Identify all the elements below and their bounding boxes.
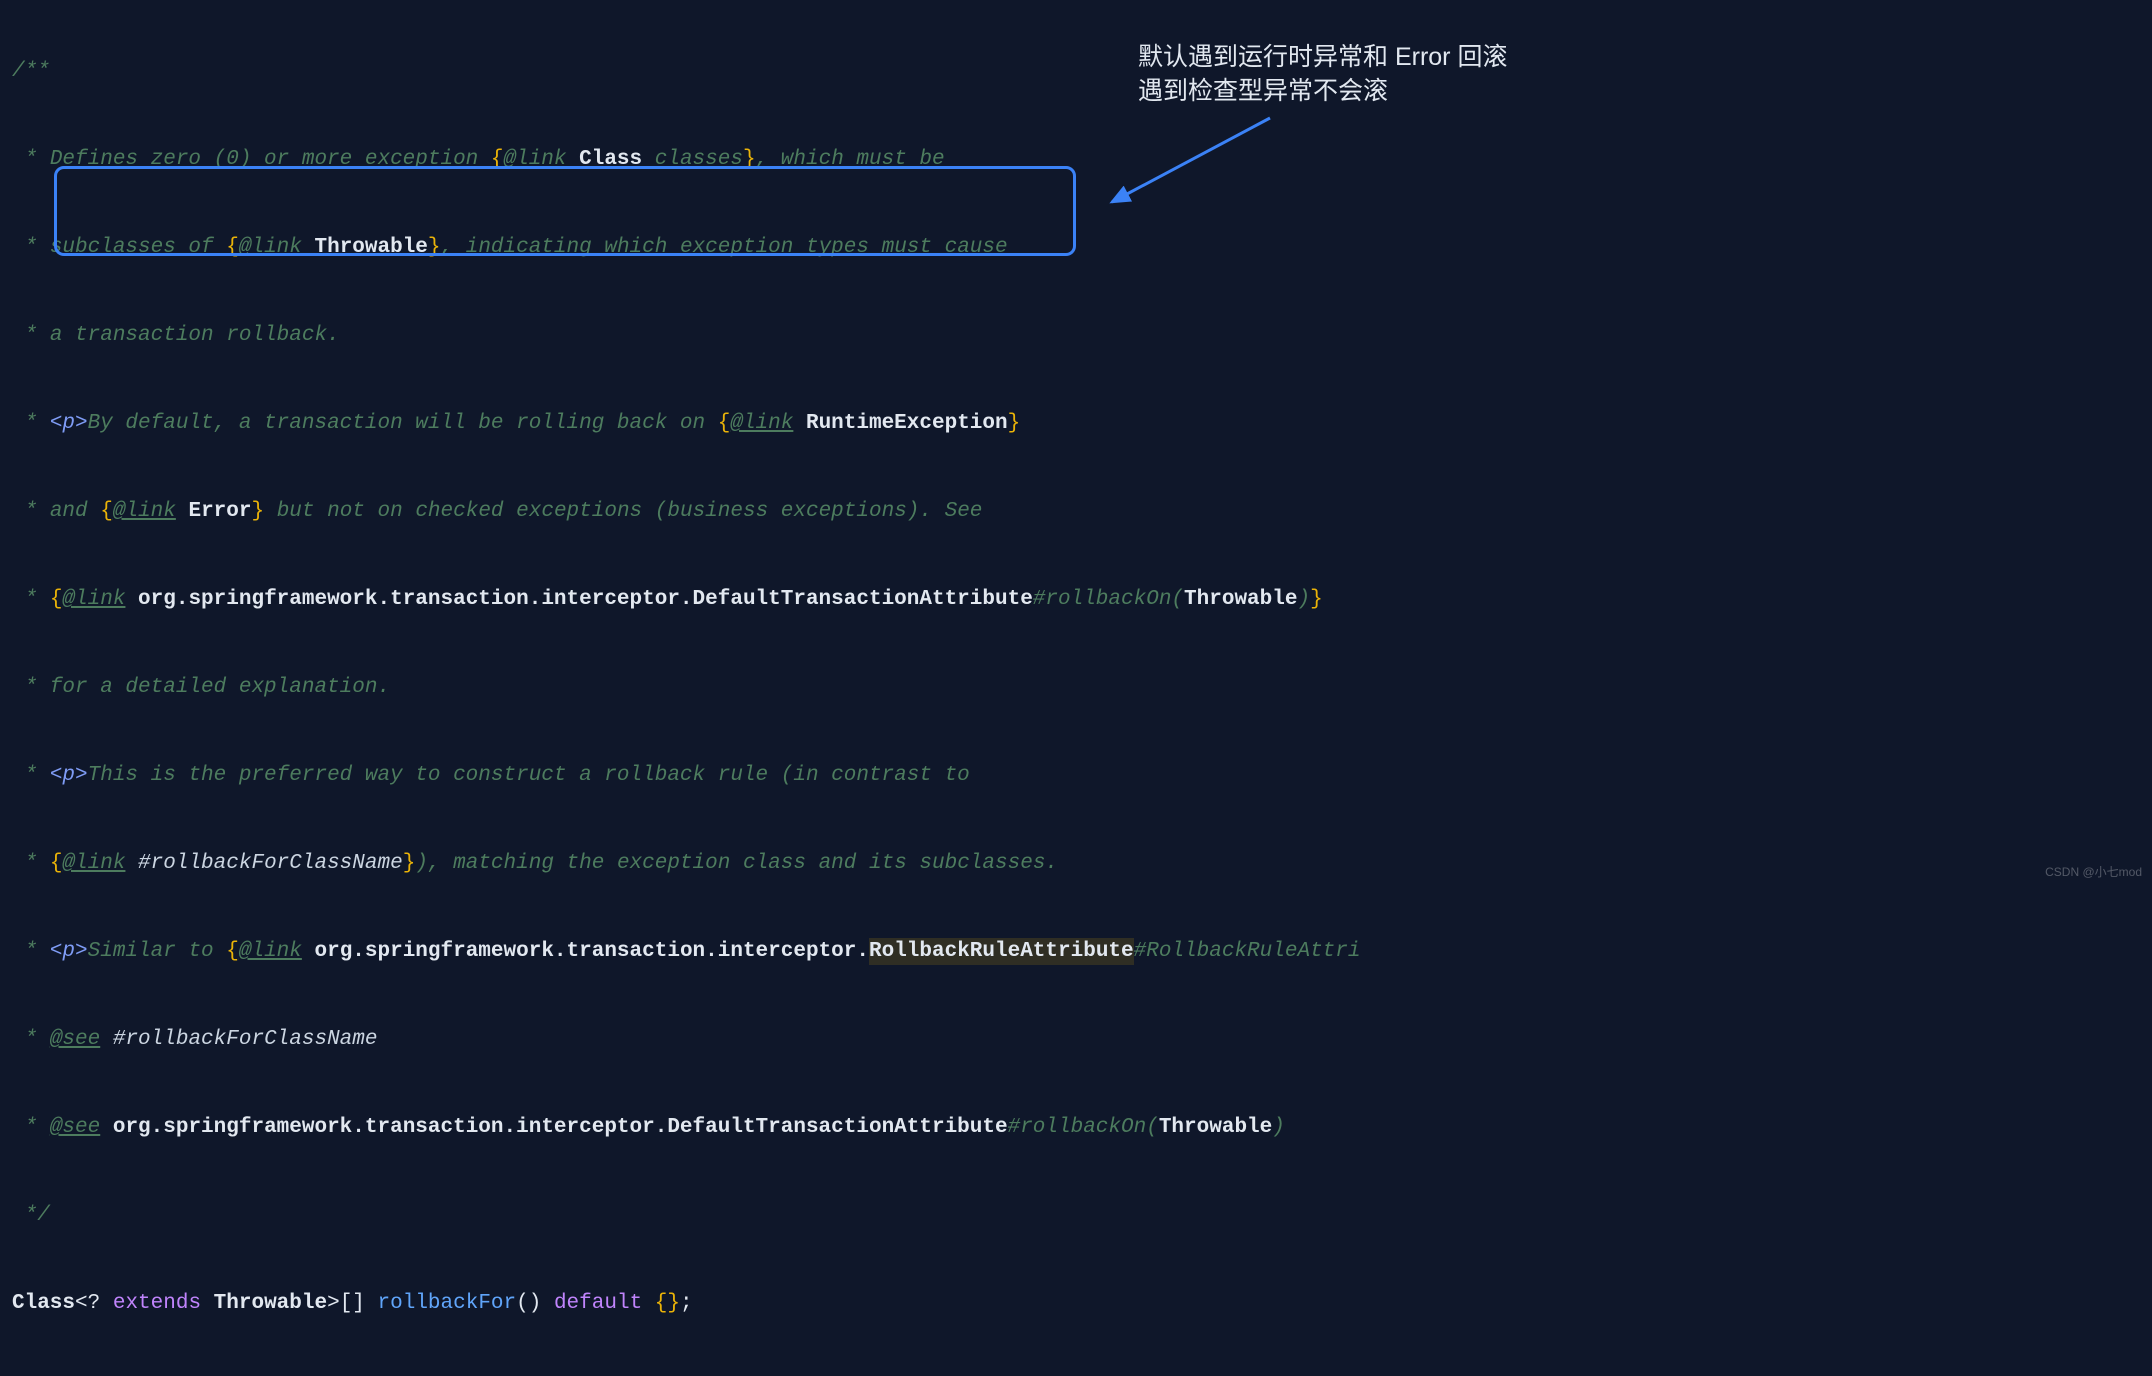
code-line: Class<? extends Throwable>[] rollbackFor…: [12, 1282, 2140, 1326]
watermark: CSDN @小七mod: [2045, 850, 2142, 894]
code-line: * <p>This is the preferred way to constr…: [12, 754, 2140, 798]
code-block: /** * Defines zero (0) or more exception…: [0, 0, 2152, 1376]
code-line: * <p>Similar to {@link org.springframewo…: [12, 930, 2140, 974]
code-line: * a transaction rollback.: [12, 314, 2140, 358]
code-line: * and {@link Error} but not on checked e…: [12, 490, 2140, 534]
code-line: * @see org.springframework.transaction.i…: [12, 1106, 2140, 1150]
code-line: * {@link #rollbackForClassName}), matchi…: [12, 842, 2140, 886]
code-line: * {@link org.springframework.transaction…: [12, 578, 2140, 622]
code-line: * for a detailed explanation.: [12, 666, 2140, 710]
code-line: * <p>By default, a transaction will be r…: [12, 402, 2140, 446]
code-line: * @see #rollbackForClassName: [12, 1018, 2140, 1062]
annotation-line-2: 遇到检查型异常不会滚: [1138, 74, 1507, 108]
code-line: /**: [12, 50, 2140, 94]
code-line: * Defines zero (0) or more exception {@l…: [12, 138, 2140, 182]
code-line: */: [12, 1194, 2140, 1238]
annotation-text: 默认遇到运行时异常和 Error 回滚 遇到检查型异常不会滚: [1138, 40, 1507, 108]
code-line: * subclasses of {@link Throwable}, indic…: [12, 226, 2140, 270]
annotation-line-1: 默认遇到运行时异常和 Error 回滚: [1138, 40, 1507, 74]
